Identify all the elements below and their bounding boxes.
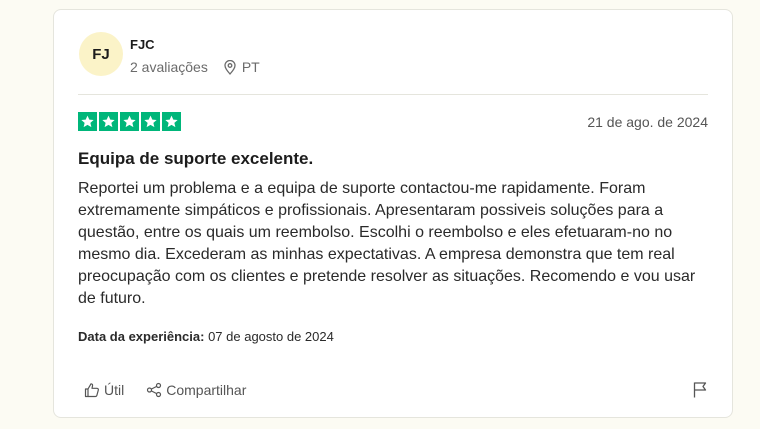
review-date: 21 de ago. de 2024 [587,114,708,130]
reviewer-meta: 2 avaliações PT [130,59,260,75]
review-card: FJ FJC 2 avaliações PT 21 de ago. de 202… [53,9,733,418]
reviewer-country: PT [241,59,260,75]
thumbs-up-icon [84,382,100,398]
review-actions: Útil Compartilhar [84,382,246,398]
star-icon [78,112,97,131]
useful-button[interactable]: Útil [84,382,124,398]
experience-label: Data da experiência: [78,329,205,344]
share-label: Compartilhar [166,382,247,398]
star-icon [120,112,139,131]
review-count: 2 avaliações [130,59,208,75]
review-title[interactable]: Equipa de suporte excelente. [78,149,313,169]
star-icon [99,112,118,131]
star-rating [78,112,181,131]
star-icon [141,112,160,131]
divider [78,94,708,95]
review-body: Reportei um problema e a equipa de supor… [78,180,696,307]
experience-value: 07 de agosto de 2024 [208,329,334,344]
avatar[interactable]: FJ [79,32,123,76]
experience-date: Data da experiência: 07 de agosto de 202… [78,329,334,344]
useful-label: Útil [104,382,125,398]
flag-icon[interactable] [692,381,708,398]
location-pin-icon [224,59,236,75]
share-button[interactable]: Compartilhar [146,382,246,398]
star-icon [162,112,181,131]
reviewer-name[interactable]: FJC [130,37,155,52]
share-icon [146,382,162,398]
